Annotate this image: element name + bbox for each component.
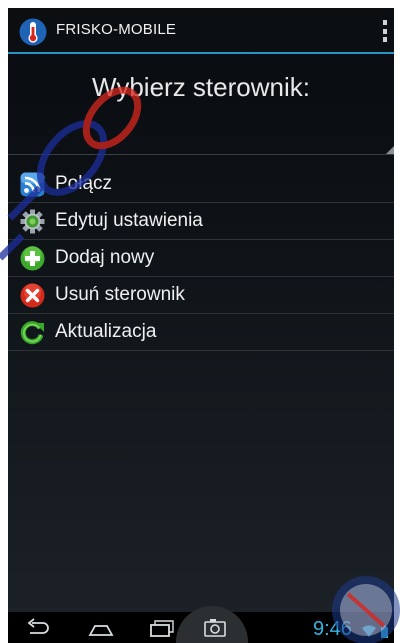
navigation-bar: 9:46 [8,606,394,643]
delete-icon [20,283,45,308]
menu-item-add-new[interactable]: Dodaj nowy [8,240,394,277]
recent-apps-icon[interactable] [146,616,176,640]
menu-item-update[interactable]: Aktualizacja [8,314,394,351]
controller-menu: Połącz Edytuj ustawienia Dodaj nowy Usuń… [8,166,394,351]
action-bar: FRISKO-MOBILE [8,8,394,54]
app-title: FRISKO-MOBILE [56,21,177,38]
menu-label-delete-controller: Usuń sterownik [55,284,185,305]
overflow-menu-icon[interactable] [380,20,390,42]
menu-item-delete-controller[interactable]: Usuń sterownik [8,277,394,314]
rss-icon [20,172,45,197]
menu-label-connect: Połącz [55,173,113,194]
spinner-divider [8,154,394,155]
spinner-corner-icon[interactable] [386,146,394,154]
menu-label-add-new: Dodaj nowy [55,247,155,268]
refresh-icon [20,321,44,345]
wifi-battery-icon [362,625,388,638]
page-title: Wybierz sterownik: [92,72,310,102]
back-icon[interactable] [24,616,52,640]
gear-icon [20,209,45,234]
home-icon[interactable] [86,616,116,640]
clock: 9:46 [313,618,352,640]
menu-label-edit-settings: Edytuj ustawienia [55,210,203,231]
camera-icon[interactable] [202,616,228,640]
app-screen: FRISKO-MOBILE Wybierz sterownik: Połącz [8,8,394,643]
thermometer-logo-icon[interactable] [19,18,47,46]
menu-item-connect[interactable]: Połącz [8,166,394,203]
menu-label-update: Aktualizacja [55,321,157,342]
plus-icon [20,246,45,271]
menu-item-edit-settings[interactable]: Edytuj ustawienia [8,203,394,240]
